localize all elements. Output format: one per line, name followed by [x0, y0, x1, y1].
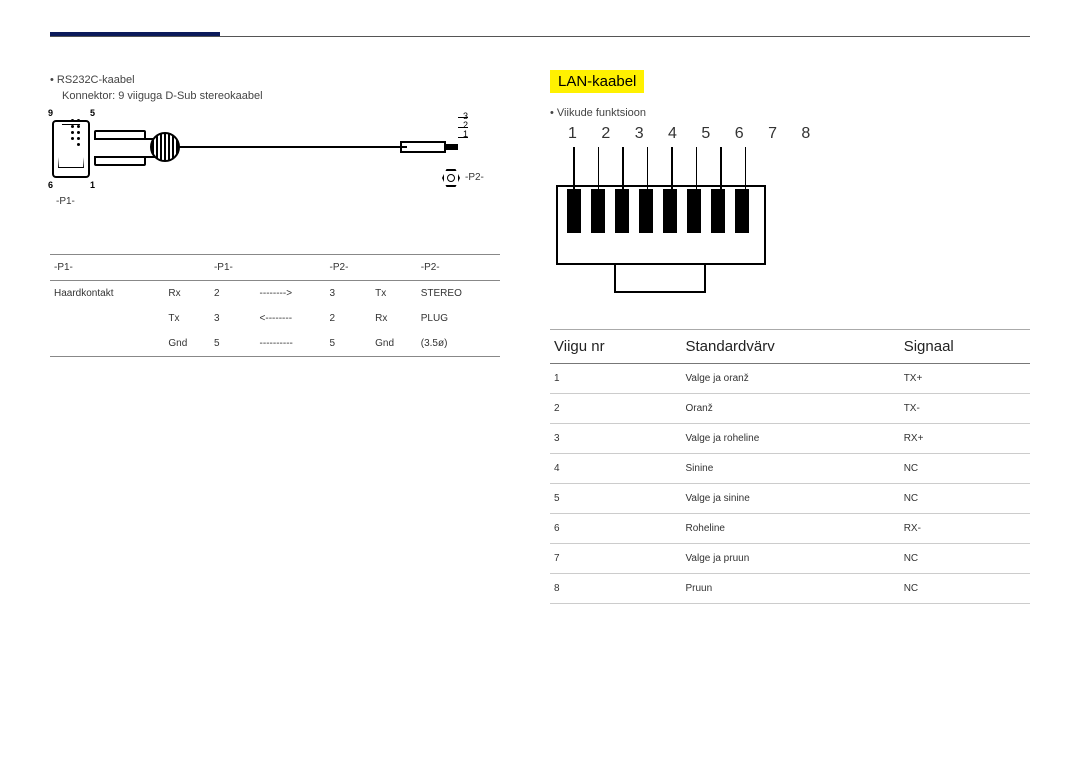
- left-column: RS232C-kaabel Konnektor: 9 viiguga D-Sub…: [50, 70, 500, 604]
- hdr-signaal: Signaal: [900, 330, 1030, 364]
- pin-label-6: 6: [48, 180, 53, 190]
- hdr-p1a: -P1-: [50, 255, 164, 281]
- rs232-bullet: RS232C-kaabel: [50, 74, 500, 86]
- pin-label-1: 1: [90, 180, 95, 190]
- rs232-pin-table: -P1- -P1- -P2- -P2- Haardkontakt Rx 2 --…: [50, 254, 500, 357]
- p1-label: -P1-: [56, 196, 75, 207]
- table-row: Haardkontakt Rx 2 --------> 3 Tx STEREO: [50, 281, 500, 307]
- table-row: 6 Roheline RX-: [550, 514, 1030, 544]
- table-row: 5 Valge ja sinine NC: [550, 484, 1030, 514]
- hdr-varv: Standardvärv: [682, 330, 900, 364]
- table-row: 8 Pruun NC: [550, 574, 1030, 604]
- pin-label-9: 9: [48, 108, 53, 118]
- plug-num-1: 1: [463, 130, 468, 139]
- rs232-subline: Konnektor: 9 viiguga D-Sub stereokaabel: [62, 90, 500, 102]
- rj45-pin-numbers: 1 2 3 4 5 6 7 8: [568, 125, 820, 143]
- hdr-viigu: Viigu nr: [550, 330, 682, 364]
- right-column: LAN-kaabel Viikude funktsioon 1 2 3 4 5 …: [550, 70, 1030, 604]
- table-row: Gnd 5 ---------- 5 Gnd (3.5ø): [50, 331, 500, 357]
- table-row: Tx 3 <-------- 2 Rx PLUG: [50, 306, 500, 331]
- table-header-row: -P1- -P1- -P2- -P2-: [50, 255, 500, 281]
- table-row: 1 Valge ja oranž TX+: [550, 364, 1030, 394]
- table-row: 2 Oranž TX-: [550, 394, 1030, 424]
- lan-bullet: Viikude funktsioon: [550, 107, 1030, 119]
- hdr-p2a: -P2-: [326, 255, 372, 281]
- table-row: 4 Sinine NC: [550, 454, 1030, 484]
- p2-label: -P2-: [465, 172, 484, 183]
- lan-pin-table: Viigu nr Standardvärv Signaal 1 Valge ja…: [550, 329, 1030, 604]
- top-rule: [50, 36, 1030, 37]
- pin-label-5: 5: [90, 108, 95, 118]
- hdr-p2b: -P2-: [417, 255, 500, 281]
- hdr-p1b: -P1-: [210, 255, 256, 281]
- rs232-diagram: 9 5 6 1 -P1- 3 2 1 -P2-: [50, 114, 500, 244]
- table-row: 7 Valge ja pruun NC: [550, 544, 1030, 574]
- lan-heading: LAN-kaabel: [550, 70, 644, 93]
- table-header-row: Viigu nr Standardvärv Signaal: [550, 330, 1030, 364]
- table-row: 3 Valge ja roheline RX+: [550, 424, 1030, 454]
- rj45-diagram: 1 2 3 4 5 6 7 8: [550, 125, 1030, 315]
